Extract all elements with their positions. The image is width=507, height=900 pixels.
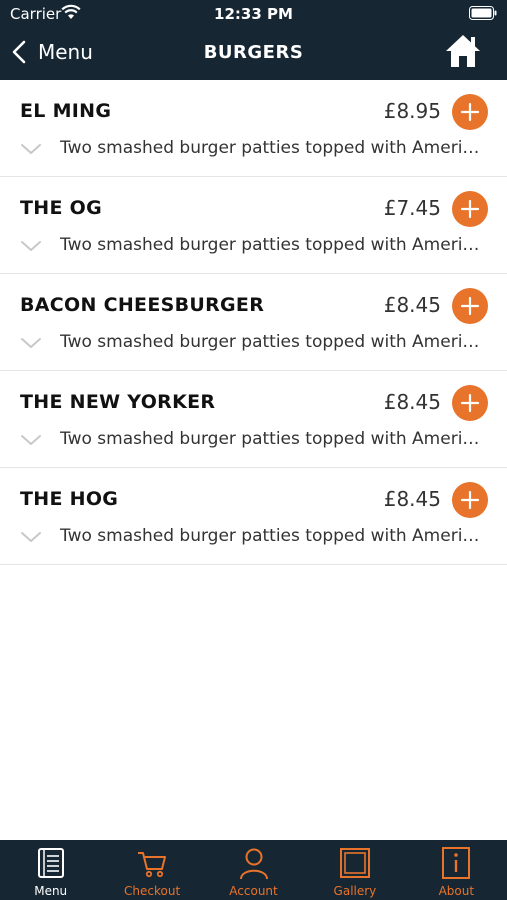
chevron-down-icon[interactable] [20, 142, 42, 156]
tab-label: About [438, 884, 475, 898]
item-name: THE NEW YORKER [20, 391, 216, 413]
cart-icon [138, 852, 167, 878]
chevron-down-icon[interactable] [20, 433, 42, 447]
menu-book-icon [37, 848, 64, 878]
item-name: THE OG [20, 197, 103, 219]
item-price: £7.45 [383, 196, 441, 220]
status-time: 12:33 PM [214, 5, 293, 23]
home-icon[interactable] [445, 34, 481, 68]
tab-account[interactable]: Account [203, 840, 304, 900]
plus-icon [460, 102, 480, 122]
info-icon [442, 847, 471, 879]
plus-icon [460, 393, 480, 413]
item-name: BACON CHEESBURGER [20, 294, 265, 316]
back-button-label: Menu [38, 40, 93, 64]
menu-item[interactable]: THE HOG £8.45 Two smashed burger patties t… [0, 468, 507, 565]
add-to-cart-button[interactable] [452, 94, 488, 130]
add-to-cart-button[interactable] [452, 288, 488, 324]
tab-label: Account [229, 884, 278, 898]
item-price: £8.45 [383, 293, 441, 317]
item-description: Two smashed burger patties topped with A… [60, 138, 488, 158]
item-price: £8.45 [383, 390, 441, 414]
tab-about[interactable]: About [406, 840, 507, 900]
add-to-cart-button[interactable] [452, 191, 488, 227]
add-to-cart-button[interactable] [452, 482, 488, 518]
menu-item[interactable]: THE OG £7.45 Two smashed burger patties to… [0, 177, 507, 274]
tab-menu[interactable]: Menu [0, 840, 101, 900]
chevron-down-icon[interactable] [20, 239, 42, 253]
navigation-bar: Carrier 12:33 PM Menu BURGERS [0, 0, 507, 80]
item-description: Two smashed burger patties topped with A… [60, 429, 488, 449]
tab-bar: Menu Checkout Account Gallery About [0, 840, 507, 900]
status-bar: Carrier 12:33 PM [0, 0, 507, 30]
menu-item-list: EL MING £8.95 Two smashed burger patties t… [0, 80, 507, 565]
plus-icon [460, 199, 480, 219]
tab-label: Gallery [333, 884, 377, 898]
battery-icon [469, 6, 497, 20]
plus-icon [460, 296, 480, 316]
person-icon [239, 848, 268, 880]
item-description: Two smashed burger patties topped with A… [60, 235, 488, 255]
item-description: Two smashed burger patties topped with A… [60, 526, 488, 546]
item-name: THE HOG [20, 488, 119, 510]
add-to-cart-button[interactable] [452, 385, 488, 421]
tab-gallery[interactable]: Gallery [304, 840, 405, 900]
chevron-down-icon[interactable] [20, 336, 42, 350]
item-price: £8.45 [383, 487, 441, 511]
item-description: Two smashed burger patties topped with A… [60, 332, 488, 352]
gallery-icon [339, 848, 370, 878]
plus-icon [460, 490, 480, 510]
back-chevron-icon [12, 40, 26, 64]
menu-item[interactable]: EL MING £8.95 Two smashed burger patties t… [0, 80, 507, 177]
chevron-down-icon[interactable] [20, 530, 42, 544]
back-button[interactable]: Menu [12, 36, 93, 68]
item-name: EL MING [20, 100, 112, 122]
menu-item[interactable]: BACON CHEESBURGER £8.45 Two smashed burger… [0, 274, 507, 371]
tab-label: Menu [34, 884, 68, 898]
menu-item[interactable]: THE NEW YORKER £8.45 Two smashed burger pa… [0, 371, 507, 468]
tab-checkout[interactable]: Checkout [101, 840, 202, 900]
tab-label: Checkout [124, 884, 181, 898]
item-price: £8.95 [383, 99, 441, 123]
